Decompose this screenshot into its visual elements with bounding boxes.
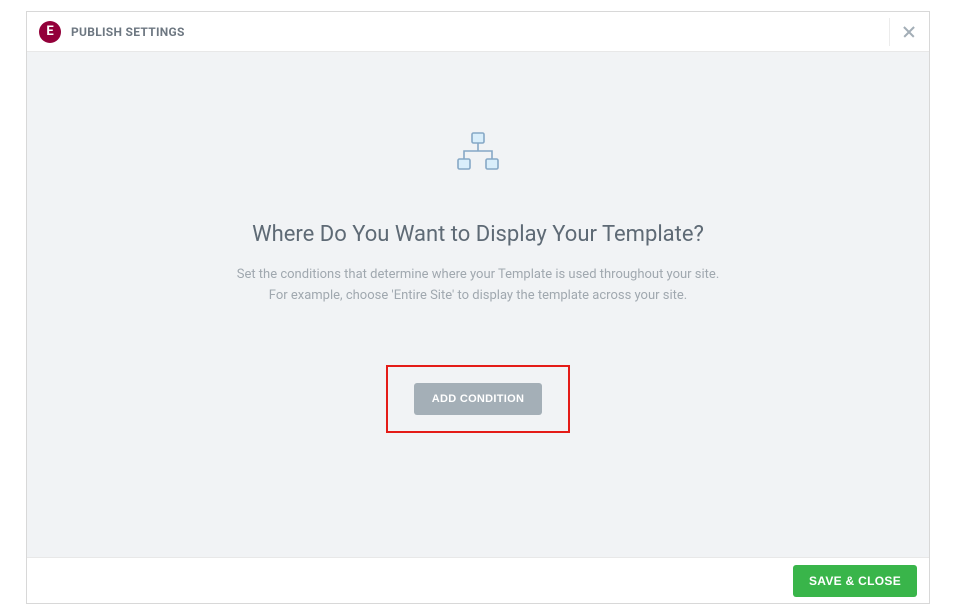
save-and-close-button[interactable]: SAVE & CLOSE [793, 565, 917, 597]
conditions-description: Set the conditions that determine where … [237, 265, 720, 307]
description-line-2: For example, choose 'Entire Site' to dis… [237, 286, 720, 307]
description-line-1: Set the conditions that determine where … [237, 265, 720, 286]
conditions-heading: Where Do You Want to Display Your Templa… [252, 222, 704, 247]
modal-header: E PUBLISH SETTINGS [27, 12, 929, 52]
highlight-box: ADD CONDITION [386, 365, 571, 433]
modal-body: Where Do You Want to Display Your Templa… [27, 52, 929, 557]
sitemap-icon [455, 132, 501, 172]
elementor-logo: E [39, 21, 61, 43]
add-condition-button[interactable]: ADD CONDITION [414, 383, 543, 415]
close-button[interactable] [889, 18, 917, 46]
close-icon [903, 26, 915, 38]
logo-letter: E [46, 25, 53, 38]
publish-settings-modal: E PUBLISH SETTINGS Where Do You Want to … [26, 11, 930, 604]
modal-footer: SAVE & CLOSE [27, 557, 929, 603]
modal-title: PUBLISH SETTINGS [71, 25, 185, 39]
